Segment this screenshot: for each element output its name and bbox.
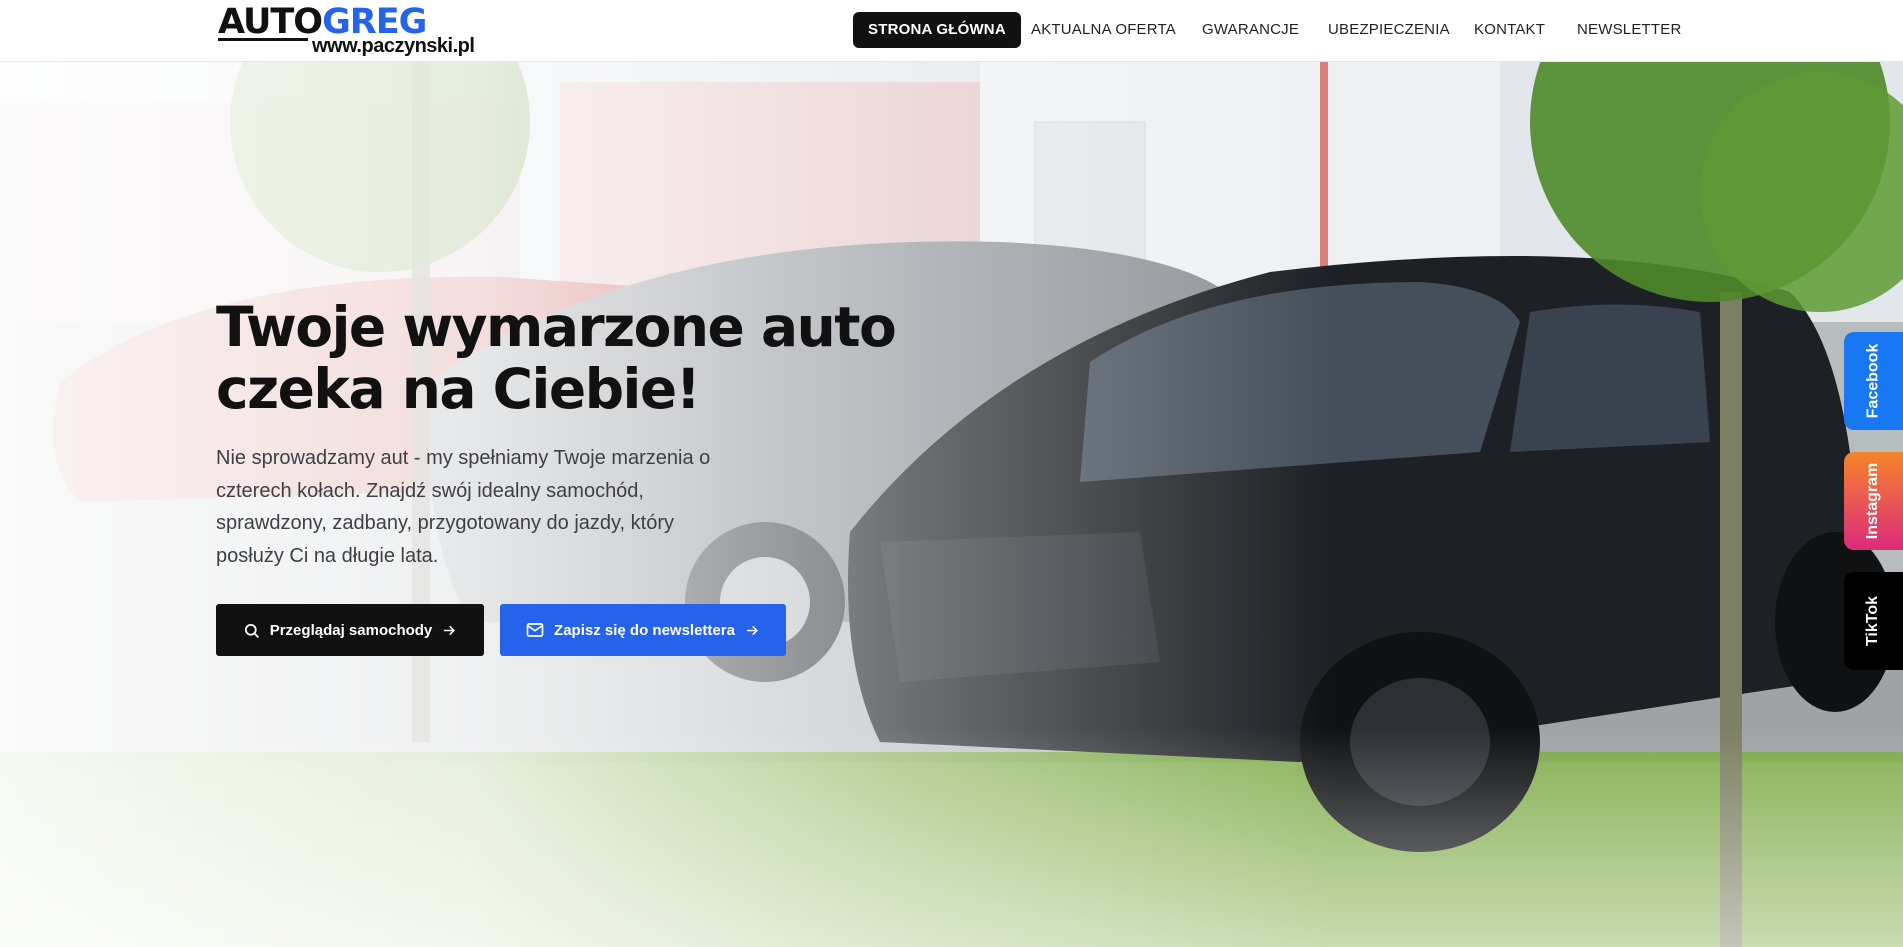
browse-cars-label: Przeglądaj samochody [269,621,433,639]
mail-icon [526,623,544,637]
instagram-tab[interactable]: Instagram [1844,452,1903,550]
main-nav: STRONA GŁÓWNA AKTUALNA OFERTA GWARANCJE … [0,12,1903,48]
hero-description: Nie sprowadzamy aut - my spełniamy Twoje… [216,447,711,567]
arrow-right-icon [746,625,758,635]
newsletter-signup-button[interactable]: Zapisz się do newslettera [500,604,786,656]
newsletter-signup-label: Zapisz się do newslettera [554,621,735,639]
nav-item-insurance[interactable]: UBEZPIECZENIA [1328,12,1450,48]
nav-item-contact[interactable]: KONTAKT [1474,12,1545,48]
nav-item-warranties[interactable]: GWARANCJE [1202,12,1299,48]
site-header: AUTOGREG www.paczynski.pl STRONA GŁÓWNA … [0,0,1903,62]
nav-item-offer[interactable]: AKTUALNA OFERTA [1031,12,1176,48]
search-icon [244,623,259,638]
tiktok-tab[interactable]: TikTok [1844,572,1903,670]
nav-item-newsletter[interactable]: NEWSLETTER [1577,12,1682,48]
browse-cars-button[interactable]: Przeglądaj samochody [216,604,484,656]
facebook-label: Facebook [1864,343,1882,419]
hero-bottom-fade [0,727,1903,947]
nav-item-home[interactable]: STRONA GŁÓWNA [853,12,1021,48]
tiktok-label: TikTok [1864,595,1882,647]
hero-title: Twoje wymarzone auto czeka na Ciebie! [216,295,897,421]
facebook-tab[interactable]: Facebook [1844,332,1903,430]
arrow-right-icon [444,625,455,635]
instagram-label: Instagram [1864,462,1882,540]
